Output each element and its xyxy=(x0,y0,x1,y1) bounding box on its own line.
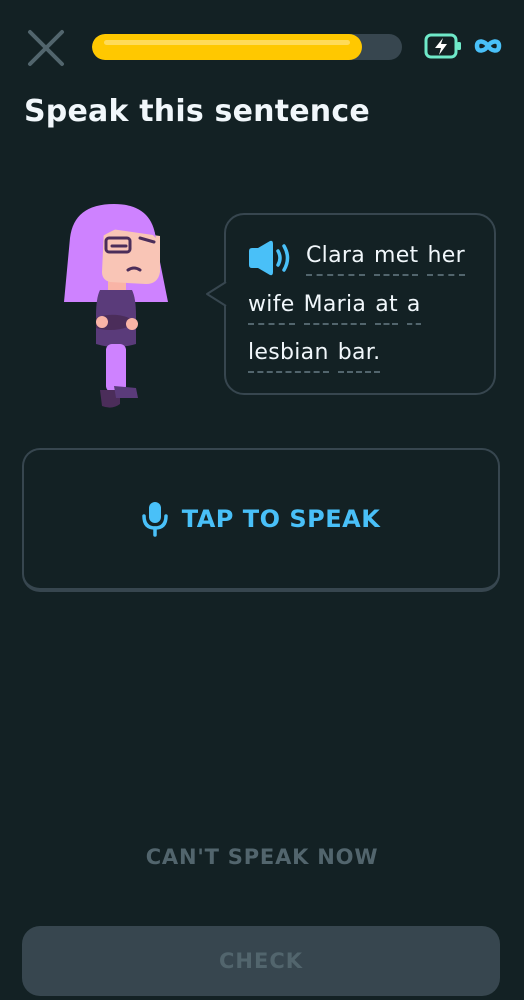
play-audio-button[interactable] xyxy=(246,240,294,276)
sentence-line: Clara met her xyxy=(306,243,474,276)
sentence-word[interactable]: a xyxy=(406,292,421,325)
sentence-word[interactable]: met xyxy=(373,243,419,276)
check-button[interactable]: CHECK xyxy=(22,926,500,996)
cant-speak-now-button[interactable]: CAN'T SPEAK NOW xyxy=(0,845,524,869)
sentence-word[interactable]: lesbian xyxy=(248,340,329,373)
sentence-line: wife Maria at a xyxy=(248,292,430,325)
sentence-line: lesbian bar. xyxy=(248,340,389,373)
tap-to-speak-label: TAP TO SPEAK xyxy=(181,505,381,533)
close-button[interactable] xyxy=(24,26,68,70)
lesson-progress-bar xyxy=(92,34,402,60)
tap-to-speak-button[interactable]: TAP TO SPEAK xyxy=(22,448,500,592)
battery-bolt-icon xyxy=(424,33,461,59)
microphone-icon xyxy=(141,502,168,537)
check-button-label: CHECK xyxy=(218,949,304,973)
speech-bubble-tail xyxy=(206,281,227,307)
sentence-word[interactable]: bar. xyxy=(337,340,381,373)
lesson-progress-fill xyxy=(92,34,362,60)
sentence-word[interactable]: wife xyxy=(248,292,295,325)
sentence-word[interactable]: Clara xyxy=(306,243,365,276)
character-lily-icon xyxy=(64,204,168,408)
sentence-word[interactable]: at xyxy=(375,292,398,325)
sentence-word[interactable]: Maria xyxy=(303,292,367,325)
character-illustration xyxy=(56,198,184,418)
infinity-icon xyxy=(474,39,502,53)
page-title: Speak this sentence xyxy=(24,94,370,129)
speaker-icon xyxy=(249,240,290,276)
infinite-energy-indicator xyxy=(472,34,504,58)
close-icon xyxy=(28,30,64,66)
energy-indicator[interactable] xyxy=(424,32,464,60)
sentence-word[interactable]: her xyxy=(427,243,465,276)
